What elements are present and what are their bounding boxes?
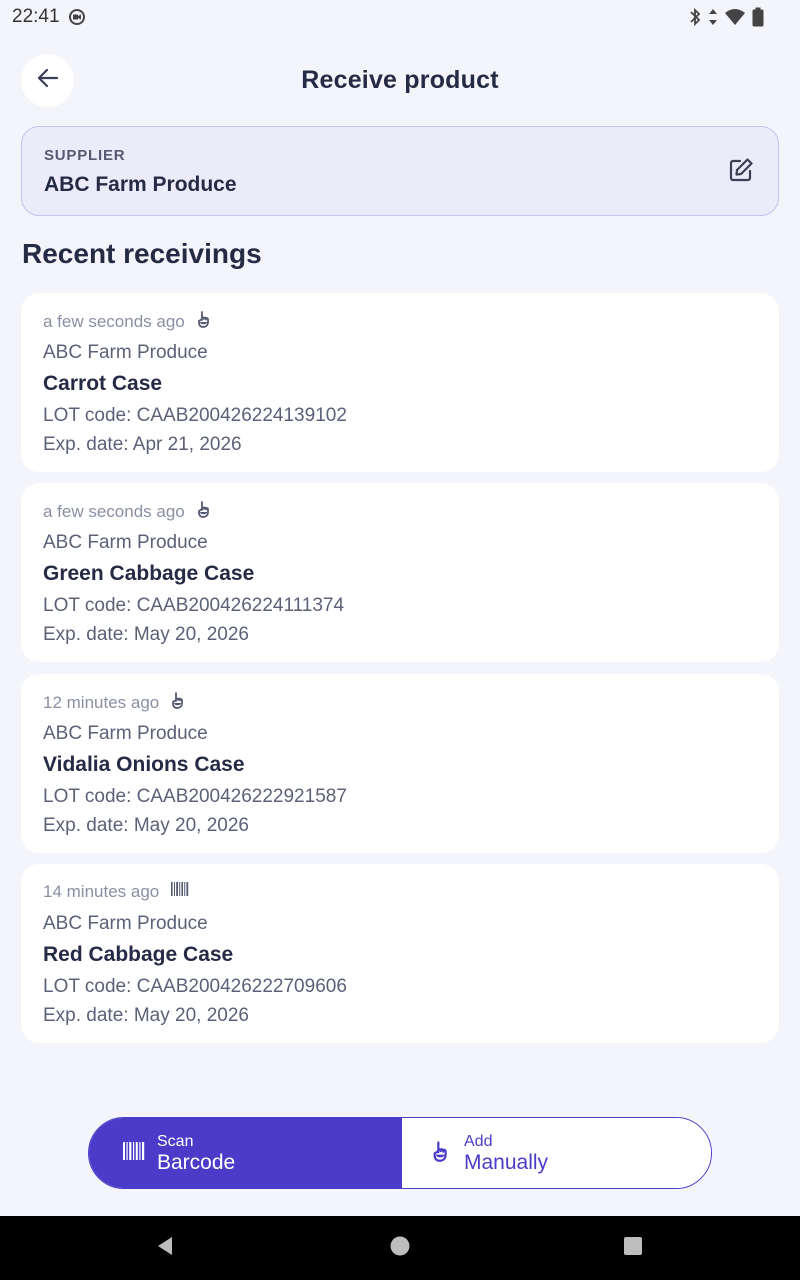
- time-ago: a few seconds ago: [43, 501, 185, 521]
- hand-pointer-icon: [432, 1140, 452, 1167]
- scan-barcode-button[interactable]: Scan Barcode: [89, 1118, 402, 1188]
- screen: 22:41 Receive product SUPPLIER ABC Farm …: [0, 0, 800, 1280]
- scan-label-small: Scan: [157, 1132, 194, 1150]
- barcode-icon: [123, 1141, 145, 1166]
- status-right: [688, 7, 788, 27]
- nav-home-button[interactable]: [388, 1236, 412, 1260]
- recent-receivings-title: Recent receivings: [22, 238, 262, 269]
- battery-icon: [752, 7, 764, 27]
- manual-label-small: Add: [464, 1132, 493, 1150]
- time-ago: 14 minutes ago: [43, 881, 160, 901]
- header: Receive product: [0, 54, 800, 107]
- list-item[interactable]: a few seconds ago ABC Farm Produce Carro…: [21, 293, 779, 472]
- edit-supplier-button[interactable]: [726, 157, 756, 187]
- item-exp-date: Exp. date: May 20, 2026: [43, 624, 249, 645]
- time-row: 14 minutes ago: [43, 881, 189, 902]
- item-supplier: ABC Farm Produce: [43, 532, 208, 553]
- screen-record-icon: [68, 8, 86, 26]
- time-row: 12 minutes ago: [43, 691, 187, 714]
- list-item[interactable]: 12 minutes ago ABC Farm Produce Vidalia …: [21, 674, 779, 853]
- status-left: 22:41: [12, 6, 86, 28]
- supplier-label: SUPPLIER: [44, 147, 126, 164]
- item-exp-date: Exp. date: Apr 21, 2026: [43, 434, 242, 455]
- item-supplier: ABC Farm Produce: [43, 913, 208, 934]
- manual-label-big: Manually: [464, 1150, 549, 1174]
- status-bar: 22:41: [0, 0, 800, 34]
- edit-icon: [727, 156, 755, 189]
- scan-label-big: Barcode: [157, 1150, 236, 1174]
- status-time: 22:41: [12, 6, 60, 27]
- square-recents-icon: [623, 1236, 643, 1261]
- circle-home-icon: [389, 1235, 411, 1262]
- item-supplier: ABC Farm Produce: [43, 723, 208, 744]
- item-exp-date: Exp. date: May 20, 2026: [43, 815, 249, 836]
- nav-back-button[interactable]: [153, 1236, 177, 1260]
- nav-recents-button[interactable]: [621, 1236, 645, 1260]
- manual-texts: Add Manually: [464, 1132, 549, 1174]
- hand-pointer-icon: [197, 310, 213, 333]
- time-row: a few seconds ago: [43, 310, 213, 333]
- item-lot-code: LOT code: CAAB200426224111374: [43, 595, 345, 616]
- receive-method-toggle: Scan Barcode Add Manually: [88, 1117, 712, 1189]
- time-row: a few seconds ago: [43, 500, 213, 523]
- item-lot-code: LOT code: CAAB200426224139102: [43, 405, 347, 426]
- hand-pointer-icon: [197, 500, 213, 523]
- page-title: Receive product: [301, 66, 499, 94]
- system-nav-bar: [0, 1216, 800, 1280]
- supplier-card[interactable]: SUPPLIER ABC Farm Produce: [21, 126, 779, 216]
- hand-pointer-icon: [171, 691, 187, 714]
- supplier-name: ABC Farm Produce: [44, 173, 237, 196]
- item-lot-code: LOT code: CAAB200426222709606: [43, 976, 347, 997]
- scan-texts: Scan Barcode: [157, 1132, 236, 1174]
- item-product: Red Cabbage Case: [43, 943, 234, 966]
- list-item[interactable]: 14 minutes ago ABC Farm Produce Red Cabb…: [21, 864, 779, 1043]
- item-product: Green Cabbage Case: [43, 562, 255, 585]
- data-arrows-icon: [708, 8, 718, 26]
- item-supplier: ABC Farm Produce: [43, 342, 208, 363]
- item-lot-code: LOT code: CAAB200426222921587: [43, 786, 347, 807]
- triangle-back-icon: [154, 1235, 176, 1262]
- item-product: Vidalia Onions Case: [43, 753, 245, 776]
- list-item[interactable]: a few seconds ago ABC Farm Produce Green…: [21, 483, 779, 662]
- item-product: Carrot Case: [43, 372, 163, 395]
- item-exp-date: Exp. date: May 20, 2026: [43, 1005, 249, 1026]
- wifi-icon: [724, 8, 746, 26]
- time-ago: a few seconds ago: [43, 311, 185, 331]
- time-ago: 12 minutes ago: [43, 692, 160, 712]
- barcode-icon: [171, 881, 189, 902]
- add-manually-button[interactable]: Add Manually: [402, 1118, 711, 1188]
- bluetooth-icon: [688, 7, 702, 27]
